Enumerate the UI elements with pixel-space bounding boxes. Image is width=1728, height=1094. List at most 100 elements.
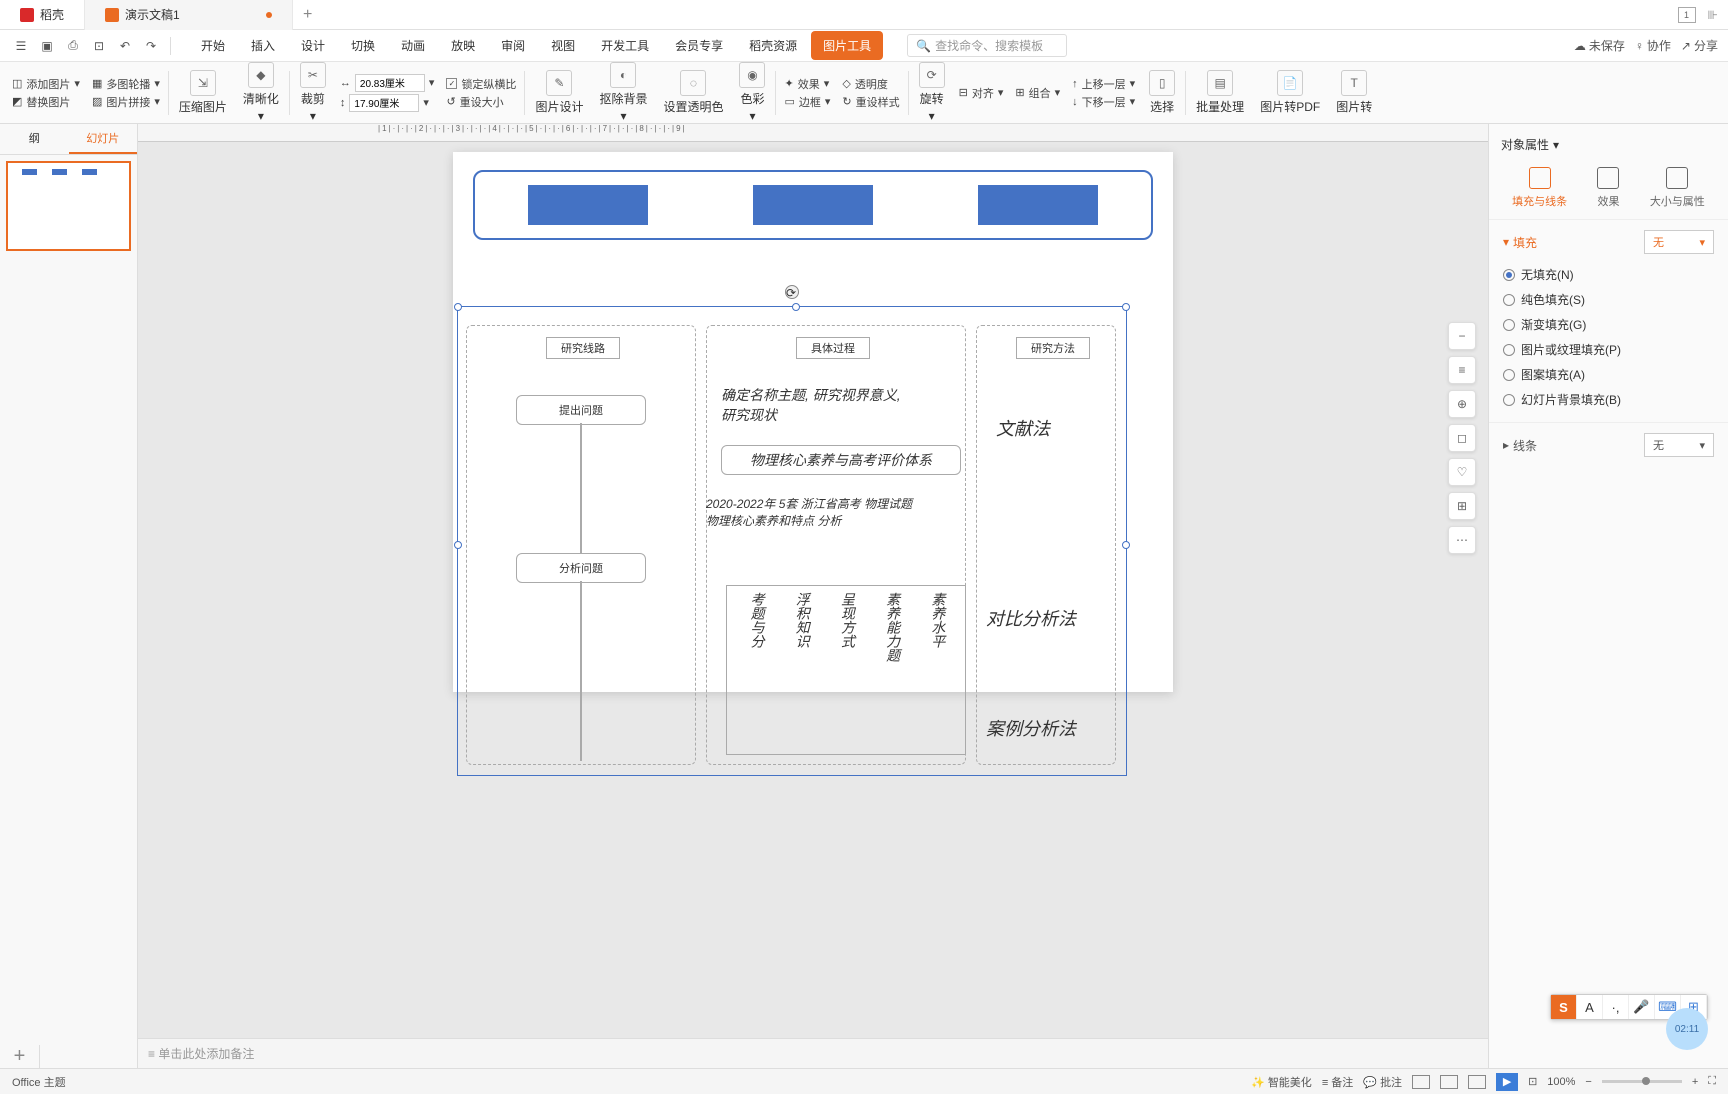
crop-tool-button[interactable]: ◻ — [1448, 424, 1476, 452]
fit-button[interactable]: ⛶ — [1708, 1075, 1716, 1088]
ime-punct-icon[interactable]: ·, — [1603, 995, 1629, 1019]
resize-handle-nw[interactable] — [454, 303, 462, 311]
remove-bg-button[interactable]: ◐抠除背景▾ — [591, 62, 655, 123]
panel-tab-fill[interactable]: 填充与线条 — [1512, 167, 1567, 209]
panel-tab-effect[interactable]: 效果 — [1597, 167, 1619, 209]
reset-style-button[interactable]: ↻ 重设样式 — [842, 94, 899, 110]
comments-toggle[interactable]: 💬 批注 — [1363, 1074, 1402, 1090]
tab-slides[interactable]: 幻灯片 — [69, 124, 138, 154]
window-menu-icon[interactable]: ⊪ — [1708, 8, 1718, 22]
reset-size-button[interactable]: ↺ 重设大小 — [446, 94, 516, 110]
idea-button[interactable]: ♡ — [1448, 458, 1476, 486]
menu-devtools[interactable]: 开发工具 — [589, 31, 661, 60]
select-button[interactable]: ▯选择 — [1141, 62, 1183, 123]
menu-design[interactable]: 设计 — [289, 31, 337, 60]
beautify-button[interactable]: ✨ 智能美化 — [1251, 1074, 1312, 1090]
unsaved-button[interactable]: ☁ 未保存 — [1574, 37, 1625, 54]
color-button[interactable]: ◉色彩▾ — [731, 62, 773, 123]
zoom-fit-button[interactable]: ⊡ — [1528, 1075, 1537, 1088]
ime-mode-icon[interactable]: S — [1551, 995, 1577, 1019]
header-rect-1[interactable] — [528, 185, 648, 225]
menu-picture-tools[interactable]: 图片工具 — [811, 31, 883, 60]
fill-type-select[interactable]: 无 ▾ — [1644, 230, 1714, 254]
tab-presentation[interactable]: 演示文稿1 — [85, 0, 293, 30]
tab-outline[interactable]: 纲 — [0, 124, 69, 154]
resize-handle-e[interactable] — [1122, 541, 1130, 549]
layers-button[interactable]: ≡ — [1448, 356, 1476, 384]
sharpen-button[interactable]: ◆清晰化▾ — [235, 62, 287, 123]
share-button[interactable]: ↗ 分享 — [1681, 37, 1718, 54]
radio-no-fill[interactable]: 无填充(N) — [1503, 262, 1714, 287]
compress-button[interactable]: ⇲压缩图片 — [171, 62, 235, 123]
menu-resources[interactable]: 稻壳资源 — [737, 31, 809, 60]
preview-icon[interactable]: ⊡ — [88, 35, 110, 57]
tab-docer[interactable]: 稻壳 — [0, 0, 85, 30]
menu-slideshow[interactable]: 放映 — [439, 31, 487, 60]
add-slide-button[interactable]: + — [0, 1045, 40, 1068]
header-rect-2[interactable] — [753, 185, 873, 225]
zoom-in-button[interactable]: ⊕ — [1448, 390, 1476, 418]
ime-voice-icon[interactable]: 🎤 — [1629, 995, 1655, 1019]
menu-insert[interactable]: 插入 — [239, 31, 287, 60]
to-text-button[interactable]: T图片转 — [1328, 62, 1380, 123]
replace-image-button[interactable]: ◩ 替换图片 — [12, 94, 80, 110]
transparent-button[interactable]: ◌设置透明色 — [655, 62, 731, 123]
radio-gradient-fill[interactable]: 渐变填充(G) — [1503, 312, 1714, 337]
radio-pattern-fill[interactable]: 图案填充(A) — [1503, 362, 1714, 387]
opacity-button[interactable]: ◇ 透明度 — [842, 76, 899, 92]
slide-thumbnail-1[interactable] — [6, 161, 131, 251]
resize-handle-ne[interactable] — [1122, 303, 1130, 311]
menu-view[interactable]: 视图 — [539, 31, 587, 60]
slide[interactable]: ⟳ 研究线路 具体过程 研究方法 提出问题 — [453, 152, 1173, 692]
menu-transition[interactable]: 切换 — [339, 31, 387, 60]
rotate-handle-icon[interactable]: ⟳ — [785, 285, 799, 299]
view-reading-button[interactable] — [1468, 1075, 1486, 1089]
menu-animation[interactable]: 动画 — [389, 31, 437, 60]
crop-button[interactable]: ✂裁剪▾ — [292, 62, 334, 123]
merge-button[interactable]: ▨ 图片拼接 ▾ — [92, 94, 160, 110]
view-normal-button[interactable] — [1412, 1075, 1430, 1089]
search-input[interactable]: 🔍 查找命令、搜索模板 — [907, 34, 1067, 57]
redo-icon[interactable]: ↷ — [140, 35, 162, 57]
grid-button[interactable]: ⊞ — [1448, 492, 1476, 520]
header-rect-3[interactable] — [978, 185, 1098, 225]
lock-ratio-checkbox[interactable]: ✓ 锁定纵横比 — [446, 76, 516, 92]
image-design-button[interactable]: ✎图片设计 — [527, 62, 591, 123]
save-icon[interactable]: ▣ — [36, 35, 58, 57]
radio-solid-fill[interactable]: 纯色填充(S) — [1503, 287, 1714, 312]
timer-badge[interactable]: 02:11 — [1666, 1008, 1708, 1050]
effect-button[interactable]: ✦ 效果 ▾ — [784, 76, 830, 92]
panel-tab-size[interactable]: 大小与属性 — [1650, 167, 1705, 209]
more-button[interactable]: ⋯ — [1448, 526, 1476, 554]
radio-picture-fill[interactable]: 图片或纹理填充(P) — [1503, 337, 1714, 362]
zoom-out-icon[interactable]: − — [1585, 1076, 1591, 1088]
menu-member[interactable]: 会员专享 — [663, 31, 735, 60]
add-image-button[interactable]: ◫ 添加图片 ▾ — [12, 76, 80, 92]
resize-handle-n[interactable] — [792, 303, 800, 311]
collab-button[interactable]: ♀ 协作 — [1635, 37, 1671, 54]
menu-start[interactable]: 开始 — [189, 31, 237, 60]
send-back-button[interactable]: ↓ 下移一层 ▾ — [1072, 94, 1135, 110]
slideshow-button[interactable]: ▶ — [1496, 1073, 1518, 1091]
radio-slidebg-fill[interactable]: 幻灯片背景填充(B) — [1503, 387, 1714, 412]
window-restore-icon[interactable]: 1 — [1678, 7, 1696, 23]
height-input[interactable]: ↕ ▾ — [340, 94, 435, 112]
zoom-level[interactable]: 100% — [1547, 1076, 1575, 1088]
border-button[interactable]: ▭ 边框 ▾ — [784, 94, 830, 110]
carousel-button[interactable]: ▦ 多图轮播 ▾ — [92, 76, 160, 92]
print-icon[interactable]: ⎙ — [62, 35, 84, 57]
group-button[interactable]: ⊞ 组合 ▾ — [1015, 85, 1060, 101]
panel-title[interactable]: 对象属性 ▾ — [1489, 132, 1728, 157]
zoom-in-icon[interactable]: + — [1692, 1076, 1698, 1088]
line-type-select[interactable]: 无 ▾ — [1644, 433, 1714, 457]
new-tab-button[interactable]: + — [293, 6, 323, 24]
canvas[interactable]: ⟳ 研究线路 具体过程 研究方法 提出问题 — [138, 142, 1488, 1038]
line-section-header[interactable]: ▸ 线条 无 ▾ — [1503, 433, 1714, 457]
rotate-button[interactable]: ⟳旋转▾ — [911, 62, 953, 123]
width-input[interactable]: ↔ ▾ — [340, 74, 435, 92]
batch-button[interactable]: ▤批量处理 — [1188, 62, 1252, 123]
to-pdf-button[interactable]: 📄图片转PDF — [1252, 62, 1328, 123]
bring-forward-button[interactable]: ↑ 上移一层 ▾ — [1072, 76, 1135, 92]
zoom-slider[interactable] — [1602, 1080, 1682, 1083]
notes-bar[interactable]: ≡ 单击此处添加备注 — [138, 1038, 1488, 1068]
